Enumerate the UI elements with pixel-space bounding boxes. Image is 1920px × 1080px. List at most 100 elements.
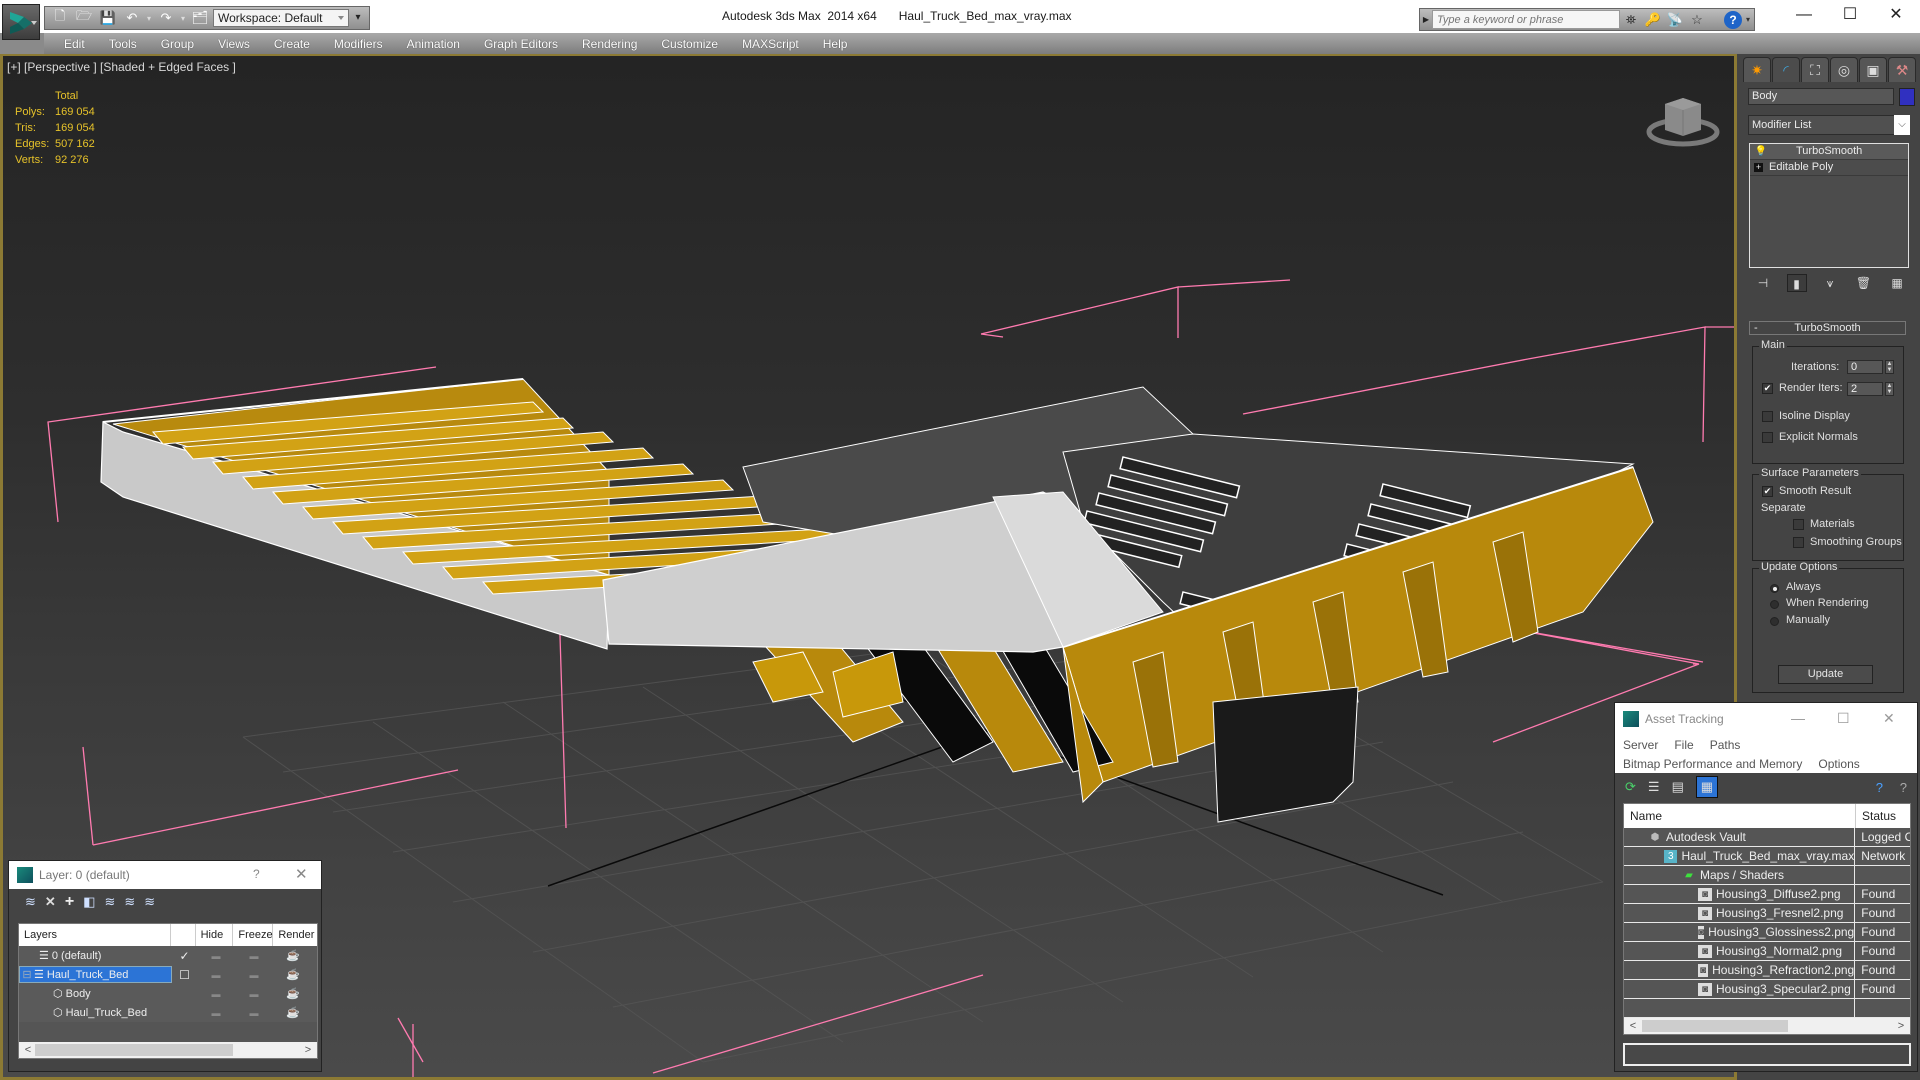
make-unique-icon[interactable]: ⩛ bbox=[1820, 274, 1840, 292]
current-layer-box-icon[interactable]: ☐ bbox=[172, 968, 197, 982]
menu-graph-editors[interactable]: Graph Editors bbox=[472, 37, 570, 51]
scroll-right-icon[interactable]: > bbox=[301, 1042, 315, 1058]
hide-toggle[interactable]: ▬ bbox=[197, 1008, 235, 1018]
asset-row[interactable]: ◙ Housing3_Normal2.png Found bbox=[1624, 942, 1910, 961]
asset-row[interactable]: ◙ Housing3_Fresnel2.png Found bbox=[1624, 904, 1910, 923]
column-status[interactable]: Status bbox=[1856, 804, 1896, 828]
new-file-icon[interactable]: 🗋 bbox=[49, 8, 71, 28]
menu-maxscript[interactable]: MAXScript bbox=[730, 37, 811, 51]
scroll-left-icon[interactable]: < bbox=[1626, 1018, 1640, 1034]
menu-modifiers[interactable]: Modifiers bbox=[322, 37, 395, 51]
asset-row[interactable]: ⬢ Autodesk Vault Logged Out bbox=[1624, 828, 1910, 847]
hide-toggle[interactable]: ▬ bbox=[197, 951, 235, 961]
star-icon[interactable]: ☆ bbox=[1686, 12, 1708, 28]
satellite-icon[interactable]: 📡 bbox=[1664, 12, 1686, 28]
configure-modifier-sets-icon[interactable]: ▦ bbox=[1887, 274, 1907, 292]
render-teapot-icon[interactable]: ☕ bbox=[273, 968, 313, 981]
horizontal-scrollbar[interactable]: < > bbox=[19, 1042, 317, 1058]
freeze-toggle[interactable]: ▬ bbox=[235, 970, 273, 980]
menu-customize[interactable]: Customize bbox=[649, 37, 730, 51]
layer-row-body[interactable]: ⬡ Body ▬ ▬ ☕ bbox=[19, 984, 317, 1003]
add-to-layer-icon[interactable]: + bbox=[65, 893, 74, 911]
scrollbar-thumb[interactable] bbox=[35, 1044, 233, 1056]
modify-tab[interactable]: ◜ bbox=[1772, 57, 1800, 82]
create-layer-icon[interactable]: ≋ bbox=[25, 894, 36, 910]
spinner-arrows-icon[interactable]: ▲ ▼ bbox=[1885, 360, 1894, 374]
spinner-arrows-icon[interactable]: ▲ ▼ bbox=[1885, 382, 1894, 396]
stack-item-editable-poly[interactable]: + Editable Poly bbox=[1750, 160, 1908, 176]
delete-layer-icon[interactable]: ✕ bbox=[45, 894, 56, 910]
redo-dropdown-icon[interactable]: ▾ bbox=[179, 14, 187, 23]
when-rendering-radio[interactable] bbox=[1770, 600, 1779, 609]
stack-item-turbosmooth[interactable]: 💡 TurboSmooth bbox=[1750, 144, 1908, 160]
menu-options[interactable]: Options bbox=[1818, 757, 1859, 771]
menu-paths[interactable]: Paths bbox=[1710, 738, 1741, 752]
freeze-toggle[interactable]: ▬ bbox=[235, 1008, 273, 1018]
turbosmooth-rollout-header[interactable]: - TurboSmooth bbox=[1749, 321, 1906, 335]
expand-arrow-icon[interactable]: ▶ bbox=[1420, 15, 1432, 24]
help-icon[interactable]: ? bbox=[1724, 10, 1742, 29]
explicit-normals-checkbox[interactable] bbox=[1762, 432, 1773, 443]
asset-row[interactable]: ◙ Housing3_Diffuse2.png Found bbox=[1624, 885, 1910, 904]
column-current[interactable] bbox=[171, 924, 196, 946]
freeze-toggle[interactable]: ▬ bbox=[235, 951, 273, 961]
menu-bitmap-performance[interactable]: Bitmap Performance and Memory bbox=[1623, 757, 1802, 771]
refresh-icon[interactable]: ⟳ bbox=[1625, 779, 1636, 795]
asset-row[interactable]: ◙ Housing3_Refraction2.png Found bbox=[1624, 961, 1910, 980]
menu-rendering[interactable]: Rendering bbox=[570, 37, 649, 51]
key-icon[interactable]: 🔑 bbox=[1642, 12, 1664, 28]
hierarchy-tab[interactable]: ⛶ bbox=[1801, 57, 1829, 82]
lightbulb-icon[interactable]: 💡 bbox=[1754, 144, 1768, 159]
asset-row[interactable]: ◙ Housing3_Glossiness2.png Found bbox=[1624, 923, 1910, 942]
undo-dropdown-icon[interactable]: ▾ bbox=[145, 14, 153, 23]
minimize-button[interactable]: — bbox=[1791, 710, 1805, 726]
redo-icon[interactable]: ↷ bbox=[155, 8, 177, 28]
render-teapot-icon[interactable]: ☕ bbox=[273, 949, 313, 962]
application-button[interactable] bbox=[2, 4, 40, 40]
viewcube-icon[interactable] bbox=[1643, 92, 1723, 152]
menu-tools[interactable]: Tools bbox=[97, 37, 149, 51]
table-view-icon[interactable]: ▦ bbox=[1695, 776, 1718, 798]
expand-plus-icon[interactable]: + bbox=[1754, 163, 1763, 172]
smooth-result-checkbox[interactable]: ✔ bbox=[1762, 486, 1773, 497]
show-end-result-icon[interactable]: ▮ bbox=[1786, 274, 1807, 292]
utilities-tab[interactable]: ⚒ bbox=[1888, 57, 1916, 82]
close-button[interactable]: ✕ bbox=[295, 865, 308, 883]
select-layer-icon[interactable]: ≋ bbox=[104, 894, 115, 910]
menu-help[interactable]: Help bbox=[811, 37, 860, 51]
render-teapot-icon[interactable]: ☕ bbox=[273, 1006, 313, 1019]
truck-bed-model[interactable] bbox=[100, 378, 1654, 823]
materials-checkbox[interactable] bbox=[1793, 519, 1804, 530]
object-name-field[interactable]: Body bbox=[1748, 88, 1894, 105]
layer-row-haul-truck-bed[interactable]: ⊟ ☰ Haul_Truck_Bed ☐ ▬ ▬ ☕ bbox=[19, 965, 317, 984]
create-tab[interactable]: ✷ bbox=[1743, 57, 1771, 82]
help-dropdown-icon[interactable]: ▾ bbox=[1742, 15, 1754, 24]
hide-toggle[interactable]: ▬ bbox=[197, 989, 235, 999]
scroll-right-icon[interactable]: > bbox=[1894, 1018, 1908, 1034]
remove-modifier-icon[interactable]: 🗑 bbox=[1854, 274, 1874, 292]
vault-help-icon[interactable]: ? bbox=[1876, 780, 1883, 795]
pin-stack-icon[interactable]: ⊣ bbox=[1753, 274, 1773, 292]
motion-tab[interactable]: ◎ bbox=[1830, 57, 1858, 82]
asset-row[interactable]: ▰ Maps / Shaders bbox=[1624, 866, 1910, 885]
column-render[interactable]: Render bbox=[273, 924, 317, 946]
menu-server[interactable]: Server bbox=[1623, 738, 1658, 752]
project-folder-icon[interactable]: 🗂 bbox=[189, 8, 211, 28]
column-hide[interactable]: Hide bbox=[196, 924, 234, 946]
display-tab[interactable]: ▣ bbox=[1859, 57, 1887, 82]
always-radio[interactable] bbox=[1770, 584, 1779, 593]
menu-group[interactable]: Group bbox=[149, 37, 206, 51]
column-freeze[interactable]: Freeze bbox=[233, 924, 274, 946]
horizontal-scrollbar[interactable]: < > bbox=[1624, 1018, 1910, 1034]
update-button[interactable]: Update bbox=[1778, 665, 1873, 684]
asset-row[interactable]: ◙ Housing3_Specular2.png Found bbox=[1624, 980, 1910, 999]
smoothing-groups-checkbox[interactable] bbox=[1793, 537, 1804, 548]
open-file-icon[interactable]: 🗁 bbox=[73, 8, 95, 28]
modifier-list-dropdown[interactable]: Modifier List bbox=[1748, 115, 1907, 135]
menu-views[interactable]: Views bbox=[206, 37, 262, 51]
select-objects-icon[interactable]: ◧ bbox=[83, 894, 95, 910]
menu-animation[interactable]: Animation bbox=[395, 37, 472, 51]
column-name[interactable]: Name bbox=[1624, 804, 1856, 828]
undo-icon[interactable]: ↶ bbox=[121, 8, 143, 28]
tree-view-icon[interactable]: ▤ bbox=[1672, 779, 1684, 795]
